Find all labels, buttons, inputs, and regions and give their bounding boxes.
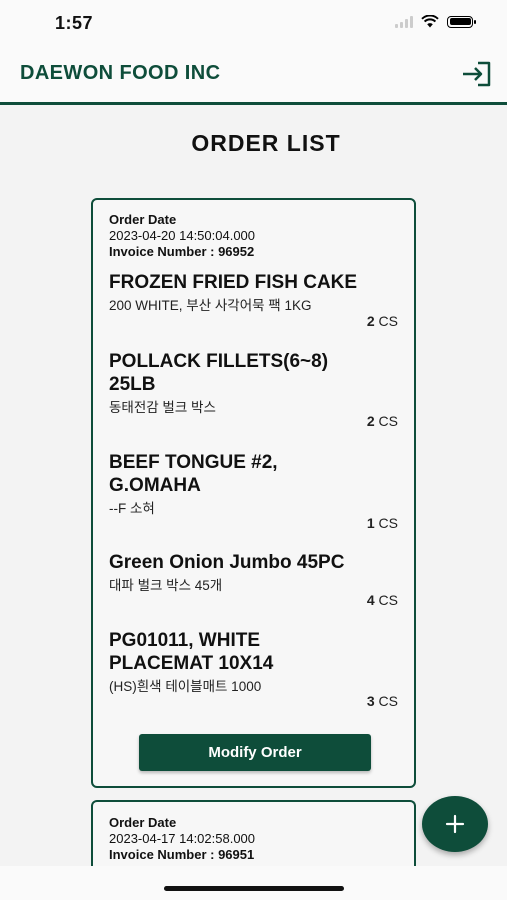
item-qty-value: 1 (366, 515, 375, 531)
battery-icon (447, 15, 476, 28)
order-date: 2023-04-17 14:02:58.000 (109, 831, 256, 846)
item-name: FROZEN FRIED FISH CAKE (109, 272, 358, 293)
item-qty-unit: CS (378, 515, 398, 531)
order-card: Order Date 2023-04-20 14:50:04.000 Invoi… (91, 198, 416, 788)
modify-order-button[interactable]: Modify Order (139, 734, 371, 771)
item-qty-unit: CS (378, 693, 398, 709)
item-quantity: 2 CS (367, 413, 398, 429)
home-indicator (164, 886, 344, 891)
item-description: 200 WHITE, 부산 사각어묵 팩 1KG (109, 298, 312, 313)
item-name: Green Onion Jumbo 45PC (109, 552, 345, 573)
page-title: ORDER LIST (191, 130, 341, 156)
plus-icon (445, 814, 465, 834)
item-qty-unit: CS (378, 592, 398, 608)
invoice-number: Invoice Number : 96952 (109, 244, 255, 259)
item-quantity: 4 CS (367, 592, 398, 608)
item-qty-value: 2 (366, 413, 375, 429)
item-qty-unit: CS (378, 313, 398, 329)
item-qty-value: 3 (366, 693, 375, 709)
item-qty-value: 4 (366, 592, 375, 608)
wifi-icon (421, 15, 439, 28)
status-time: 1:57 (55, 13, 94, 33)
logout-icon[interactable] (461, 60, 493, 88)
item-name: POLLACK FILLETS(6~8) 25LB (109, 351, 329, 395)
item-description: (HS)흰색 테이블매트 1000 (109, 679, 262, 694)
invoice-number: Invoice Number : 96951 (109, 847, 255, 862)
status-icons (395, 15, 476, 28)
app-header: DAEWON FOOD INC (0, 48, 507, 105)
item-description: 대파 벌크 박스 45개 (109, 578, 223, 593)
item-description: 동태전감 벌크 박스 (109, 400, 216, 415)
item-quantity: 3 CS (367, 693, 398, 709)
order-date: 2023-04-20 14:50:04.000 (109, 228, 256, 243)
item-quantity: 2 CS (367, 313, 398, 329)
status-bar: 1:57 (0, 0, 507, 48)
item-name: PG01011, WHITE PLACEMAT 10X14 (109, 630, 274, 674)
item-qty-value: 2 (366, 313, 375, 329)
add-order-button[interactable] (422, 796, 488, 852)
order-date-label: Order Date (109, 815, 177, 830)
item-name: BEEF TONGUE #2, G.OMAHA (109, 452, 278, 496)
item-description: --F 소혀 (109, 501, 155, 516)
item-quantity: 1 CS (367, 515, 398, 531)
cellular-signal-icon (395, 15, 413, 28)
bottom-safe-area (0, 866, 507, 900)
item-qty-unit: CS (378, 413, 398, 429)
order-date-label: Order Date (109, 212, 177, 227)
app-title: DAEWON FOOD INC (20, 62, 221, 84)
